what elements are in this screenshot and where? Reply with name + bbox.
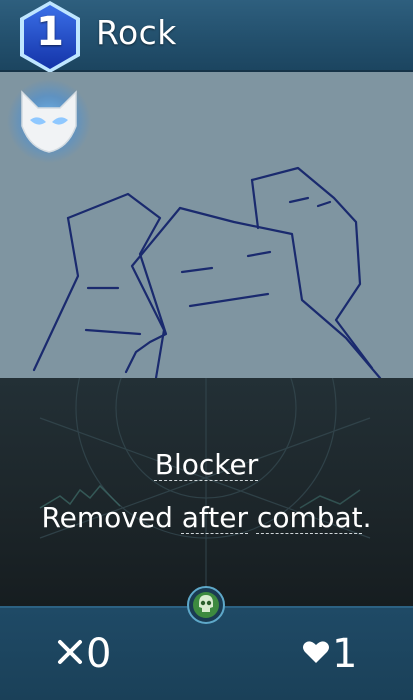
health-stat: 1: [302, 630, 357, 678]
card-cost: 1: [36, 9, 64, 55]
card[interactable]: 1 Rock Blocker Removed after combat. 0 1: [0, 0, 413, 700]
mask-icon: [7, 79, 91, 163]
health-value: 1: [332, 631, 358, 677]
textbox-ornament: [39, 378, 371, 606]
attack-stat: 0: [56, 630, 111, 678]
ability-part: [248, 501, 257, 534]
keyword-after[interactable]: after: [182, 501, 248, 534]
heart-icon: [303, 641, 329, 663]
crossed-swords-icon: [58, 640, 82, 664]
card-title: Rock: [96, 13, 177, 52]
attack-value: 0: [86, 631, 112, 677]
keyword-combat[interactable]: combat: [257, 501, 363, 534]
keyword-blocker[interactable]: Blocker: [155, 448, 258, 481]
ability-part: .: [362, 501, 372, 534]
ability-text: Removed after combat.: [0, 501, 413, 534]
ability-part: Removed: [41, 501, 182, 534]
skull-icon: [187, 586, 225, 624]
card-textbox: [0, 378, 413, 606]
keyword-text[interactable]: Blocker: [0, 448, 413, 481]
